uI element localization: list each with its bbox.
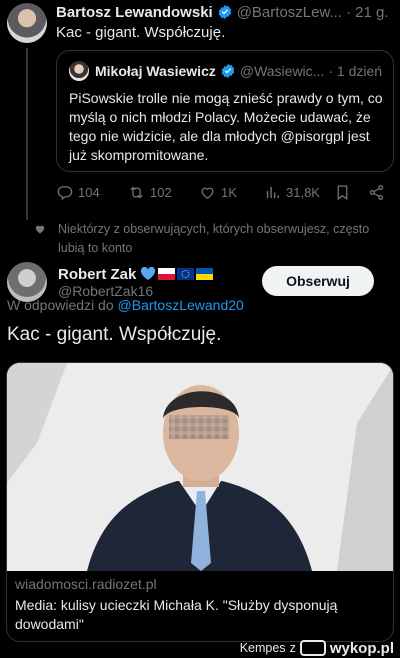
tweet-time[interactable]: · 21 g.	[346, 4, 389, 21]
bookmark-button[interactable]	[334, 182, 351, 202]
author-name[interactable]: Robert Zak	[58, 266, 136, 283]
retweet-button[interactable]: 102	[128, 182, 172, 202]
follow-button[interactable]: Obserwuj	[262, 266, 374, 296]
reply-count: 104	[78, 184, 100, 200]
reply-button[interactable]: 104	[56, 182, 100, 202]
card-photo	[7, 363, 393, 571]
link-card[interactable]: wiadomosci.radiozet.pl Media: kulisy uci…	[6, 362, 394, 642]
views-button[interactable]: 31,8K	[264, 182, 320, 202]
tweet-actions: 104 102 1K 31,8K	[56, 182, 392, 202]
poland-flag-icon	[158, 268, 176, 280]
share-icon	[369, 184, 384, 200]
tweet-text: Kac - gigant. Współczuję.	[56, 24, 226, 41]
verified-badge-icon	[221, 64, 235, 78]
tweet-header: Robert Zak	[58, 264, 258, 284]
avatar[interactable]	[7, 262, 47, 302]
social-context-text: Niektórzy z obserwujących, których obser…	[58, 222, 370, 255]
watermark-connector: z	[289, 641, 296, 655]
blue-heart-icon	[141, 267, 156, 280]
eu-flag-icon	[177, 268, 195, 280]
author-handle[interactable]: @BartoszLew...	[237, 4, 342, 21]
share-button[interactable]	[368, 182, 385, 202]
reply-prefix: W odpowiedzi do	[7, 297, 114, 313]
reply-context: W odpowiedzi do @BartoszLewand20	[7, 297, 244, 313]
wykop-logo-icon	[299, 640, 326, 656]
avatar[interactable]	[7, 3, 47, 43]
bookmark-icon	[337, 184, 348, 200]
author-name[interactable]: Bartosz Lewandowski	[56, 4, 213, 21]
quote-time: · 1 dzień	[328, 63, 383, 79]
watermark-brand: wykop.pl	[329, 639, 394, 657]
quote-header: Mikołaj Wasiewicz @Wasiewic... · 1 dzień	[95, 61, 385, 81]
card-image	[7, 363, 393, 571]
heart-icon	[35, 225, 45, 234]
tweet-text: Kac - gigant. Współczuję.	[7, 324, 222, 345]
retweet-count: 102	[150, 184, 172, 200]
views-count: 31,8K	[286, 184, 320, 200]
heart-icon	[201, 187, 214, 199]
quote-author-handle: @Wasiewic...	[239, 63, 325, 79]
quoted-tweet[interactable]: Mikołaj Wasiewicz @Wasiewic... · 1 dzień…	[56, 50, 394, 172]
views-icon	[266, 186, 279, 198]
watermark: Kempes z wykop.pl	[240, 638, 394, 658]
card-title: Media: kulisy ucieczki Michała K. "Służb…	[15, 597, 338, 632]
quote-text: PiSowskie trolle nie mogą znieść prawdy …	[69, 90, 383, 163]
verified-badge-icon	[218, 5, 232, 19]
thread-line	[26, 48, 28, 220]
like-button[interactable]: 1K	[199, 182, 237, 202]
quote-author-name: Mikołaj Wasiewicz	[95, 63, 216, 79]
ukraine-flag-icon	[196, 268, 214, 280]
retweet-icon	[130, 186, 143, 198]
like-count: 1K	[221, 184, 237, 200]
watermark-user: Kempes	[239, 641, 286, 655]
tweet-header: Bartosz Lewandowski @BartoszLew... · 21 …	[56, 2, 396, 22]
name-emoji-flags	[140, 267, 214, 281]
reply-icon	[57, 185, 73, 200]
social-context: Niektórzy z obserwujących, których obser…	[34, 220, 394, 258]
reply-to-link[interactable]: @BartoszLewand20	[118, 297, 244, 313]
card-domain: wiadomosci.radiozet.pl	[15, 576, 157, 592]
quote-avatar[interactable]	[69, 61, 89, 81]
